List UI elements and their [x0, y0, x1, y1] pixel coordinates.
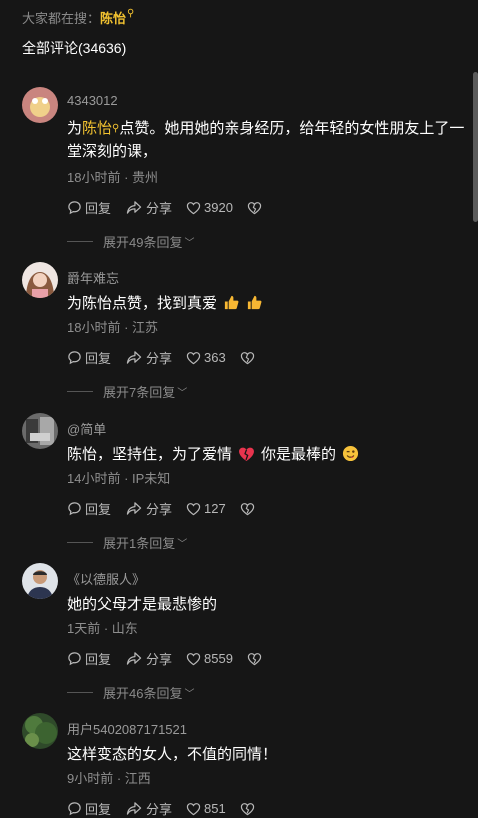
heart-icon — [186, 351, 201, 364]
divider — [67, 241, 93, 242]
like-count: 127 — [204, 501, 226, 516]
trending-search-bar[interactable]: 大家都在搜：陈怡⚲ — [22, 8, 134, 27]
heart-icon — [186, 802, 201, 815]
comments-count: 全部评论(34636) — [22, 40, 127, 56]
share-button[interactable]: 分享 — [125, 649, 172, 668]
divider — [67, 692, 93, 693]
thumbs-up-emoji-icon — [224, 295, 239, 310]
reply-button[interactable]: 回复 — [67, 799, 111, 818]
dislike-button[interactable] — [247, 652, 265, 666]
broken-heart-icon — [247, 201, 262, 214]
comment-text: 为陈怡点赞，找到真爱 — [67, 292, 467, 315]
share-icon — [126, 502, 142, 515]
dislike-button[interactable] — [240, 802, 258, 816]
like-button[interactable]: 851 — [186, 801, 226, 816]
heart-icon — [186, 652, 201, 665]
share-icon — [126, 201, 142, 214]
expand-replies-button[interactable]: 展开49条回复 ﹀ — [67, 232, 194, 251]
expand-replies-button[interactable]: 展开1条回复 ﹀ — [67, 533, 187, 552]
winking-face-emoji-icon — [342, 445, 359, 462]
comment-item: @简单 陈怡，坚持住，为了爱情 你是最棒的 14小时前 · IP未知 回复 分享 … — [0, 413, 478, 563]
broken-heart-icon — [240, 351, 254, 364]
comment-meta: 18小时前 · 江苏 — [67, 320, 159, 335]
comment-actions: 回复 分享 3920 — [67, 198, 279, 217]
broken-heart-emoji-icon — [239, 447, 254, 461]
reply-icon — [68, 802, 81, 816]
avatar[interactable] — [22, 563, 58, 599]
like-button[interactable]: 3920 — [186, 200, 233, 215]
like-count: 8559 — [204, 651, 233, 666]
chevron-down-icon: ﹀ — [177, 539, 188, 550]
comment-actions: 回复 分享 851 — [67, 799, 272, 818]
comment-meta: 14小时前 · IP未知 — [67, 471, 171, 486]
like-button[interactable]: 363 — [186, 350, 226, 365]
highlight-keyword[interactable]: 陈怡 — [82, 120, 112, 137]
share-button[interactable]: 分享 — [125, 198, 172, 217]
comment-actions: 回复 分享 127 — [67, 499, 272, 518]
avatar[interactable] — [22, 713, 58, 749]
avatar[interactable] — [22, 413, 58, 449]
comment-meta: 18小时前 · 贵州 — [67, 170, 159, 185]
reply-button[interactable]: 回复 — [67, 499, 111, 518]
share-icon — [126, 652, 142, 665]
comment-meta: 1天前 · 山东 — [67, 621, 138, 636]
reply-icon — [68, 502, 81, 516]
broken-heart-icon — [240, 502, 254, 515]
expand-replies-button[interactable]: 展开46条回复 ﹀ — [67, 683, 194, 702]
share-button[interactable]: 分享 — [125, 348, 172, 367]
chevron-down-icon: ﹀ — [184, 689, 195, 700]
divider — [67, 391, 93, 392]
heart-icon — [186, 502, 201, 515]
comment-meta: 9小时前 · 江西 — [67, 771, 151, 786]
reply-icon — [68, 652, 81, 666]
reply-button[interactable]: 回复 — [67, 348, 111, 367]
broken-heart-icon — [240, 802, 254, 815]
comment-username[interactable]: @简单 — [67, 419, 106, 438]
like-count: 3920 — [204, 200, 233, 215]
like-button[interactable]: 8559 — [186, 651, 233, 666]
chevron-down-icon: ﹀ — [177, 388, 188, 399]
reply-button[interactable]: 回复 — [67, 198, 111, 217]
reply-button[interactable]: 回复 — [67, 649, 111, 668]
share-button[interactable]: 分享 — [125, 499, 172, 518]
reply-icon — [68, 201, 81, 215]
comment-text: 为陈怡⚲点赞。她用她的亲身经历，给年轻的女性朋友上了一堂深刻的课， — [67, 120, 465, 160]
comment-username[interactable]: 爵年难忘 — [67, 268, 119, 287]
like-button[interactable]: 127 — [186, 501, 226, 516]
trending-search-keyword[interactable]: 陈怡 — [100, 11, 126, 26]
comment-username[interactable]: 用户5402087171521 — [67, 719, 187, 738]
thumbs-up-emoji-icon — [247, 295, 262, 310]
heart-icon — [186, 201, 201, 214]
avatar[interactable] — [22, 262, 58, 298]
dislike-button[interactable] — [240, 351, 258, 365]
comment-actions: 回复 分享 8559 — [67, 649, 279, 668]
dislike-button[interactable] — [247, 201, 265, 215]
search-icon: ⚲ — [127, 8, 135, 19]
share-button[interactable]: 分享 — [125, 799, 172, 818]
expand-replies-button[interactable]: 展开7条回复 ﹀ — [67, 382, 187, 401]
comment-username[interactable]: 《以德服人》 — [67, 569, 145, 588]
chevron-down-icon: ﹀ — [184, 238, 195, 249]
reply-icon — [68, 351, 81, 365]
dislike-button[interactable] — [240, 502, 258, 516]
comment-text: 她的父母才是最悲惨的 — [67, 596, 218, 613]
comment-item: 爵年难忘 为陈怡点赞，找到真爱 18小时前 · 江苏 回复 分享 363 展开7… — [0, 262, 478, 412]
comment-item: 用户5402087171521 这样变态的女人，不值的同情！ 9小时前 · 江西… — [0, 713, 478, 818]
comment-item: 《以德服人》 她的父母才是最悲惨的 1天前 · 山东 回复 分享 8559 展开… — [0, 563, 478, 713]
like-count: 363 — [204, 350, 226, 365]
divider — [67, 542, 93, 543]
comment-item: 4343012 为陈怡⚲点赞。她用她的亲身经历，给年轻的女性朋友上了一堂深刻的课… — [0, 87, 478, 250]
trending-search-prefix: 大家都在搜： — [22, 11, 101, 26]
comment-text: 陈怡，坚持住，为了爱情 你是最棒的 — [67, 443, 467, 466]
broken-heart-icon — [247, 652, 262, 665]
avatar[interactable] — [22, 87, 58, 123]
share-icon — [126, 351, 142, 364]
comment-text: 这样变态的女人，不值的同情！ — [67, 746, 278, 763]
share-icon — [126, 802, 142, 815]
like-count: 851 — [204, 801, 226, 816]
comment-actions: 回复 分享 363 — [67, 348, 272, 367]
comment-username[interactable]: 4343012 — [67, 93, 118, 108]
